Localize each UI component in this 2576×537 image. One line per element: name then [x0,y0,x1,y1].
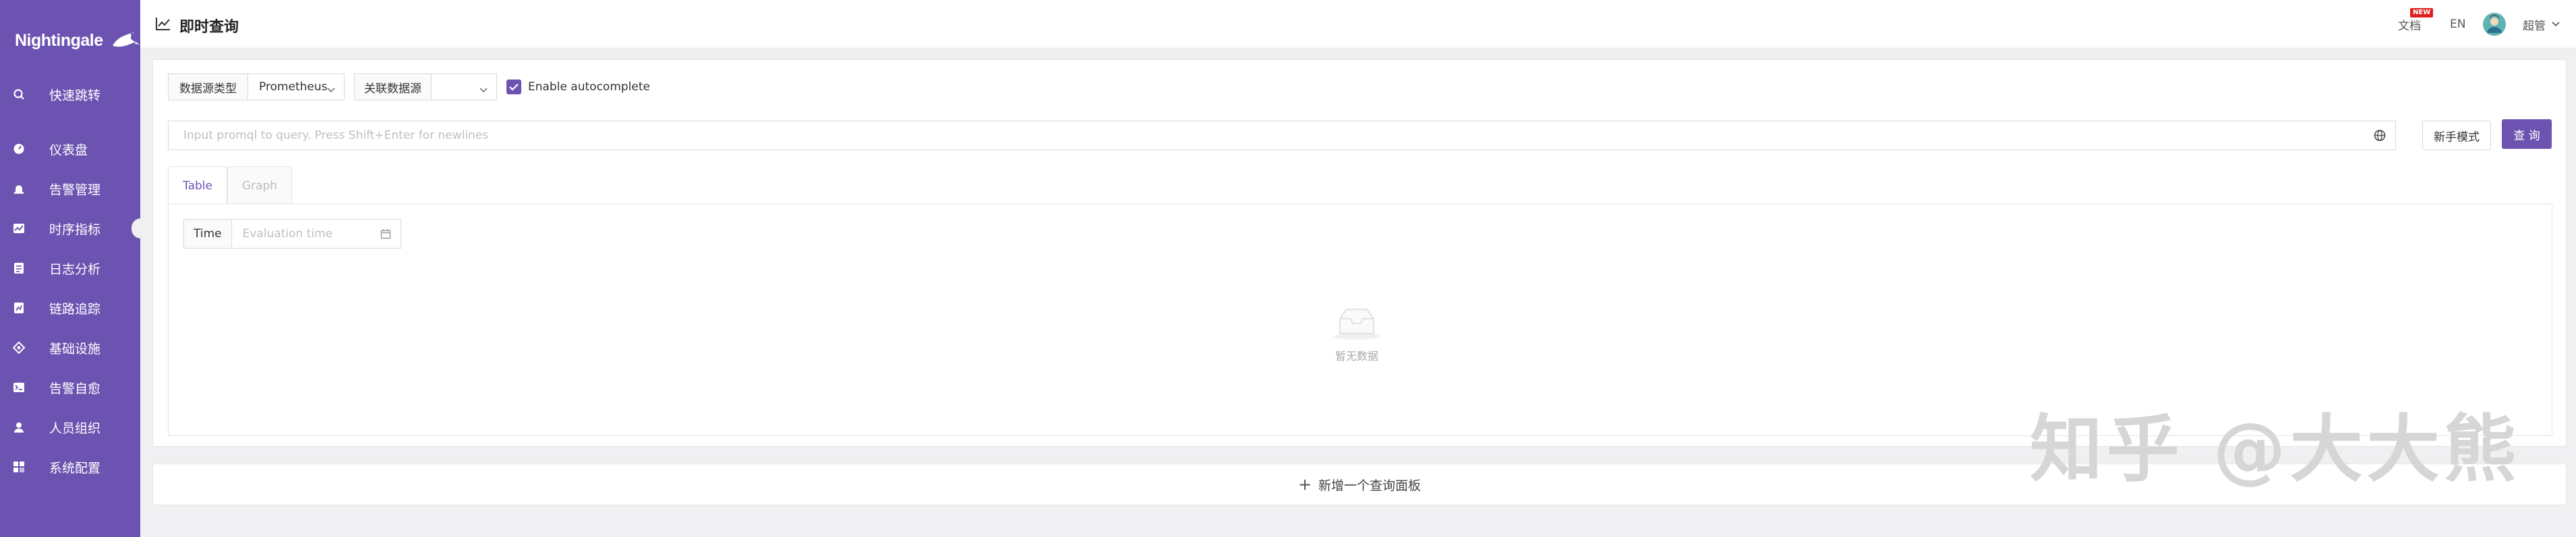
evaluation-time-placeholder: Evaluation time [242,227,333,241]
linked-datasource-label: 关联数据源 [355,74,432,100]
linked-datasource-select[interactable]: 关联数据源 [354,73,497,100]
check-icon [509,84,519,91]
infra-icon [12,341,26,354]
autocomplete-checkbox[interactable] [506,80,521,94]
nightingale-bird-icon [112,32,140,47]
datasource-type-value: Prometheus [259,80,328,94]
novice-mode-button[interactable]: 新手模式 [2422,121,2491,150]
add-query-panel-label: 新增一个查询面板 [1318,478,1422,493]
chevron-down-icon [479,84,488,97]
autocomplete-label: Enable autocomplete [528,80,650,94]
avatar-image [2483,13,2506,36]
sidebar-item-label: 仪表盘 [49,142,88,158]
empty-state: 暂无数据 [1316,305,1397,363]
promql-input[interactable]: Input promql to query. Press Shift+Enter… [168,121,2396,150]
page-title: 即时查询 [179,19,239,36]
line-chart-icon [156,18,170,30]
calendar-icon [380,228,391,243]
sidebar-item-label: 日志分析 [49,261,101,277]
sidebar-item-tracing[interactable]: 链路追踪 [0,291,140,325]
query-panel: 数据源类型 Prometheus 关联数据源 Enable autocomple… [152,59,2567,447]
tab-table[interactable]: Table [168,166,227,204]
query-button[interactable]: 查 询 [2502,119,2552,149]
docs-link[interactable]: 文档 NEW [2398,0,2434,49]
sidebar-item-label: 链路追踪 [49,301,101,317]
dashboard-icon [12,142,26,156]
empty-inbox-icon [1334,309,1380,340]
alarm-icon [12,182,26,195]
datasource-type-select[interactable]: 数据源类型 Prometheus [168,73,345,100]
sidebar-item-users[interactable]: 人员组织 [0,410,140,444]
language-label: EN [2450,18,2466,31]
sidebar-item-quick-jump[interactable]: 快速跳转 [0,77,140,111]
logo-text: Nightingale [15,30,103,50]
sidebar-item-label: 快速跳转 [49,88,101,103]
trace-icon [12,301,26,315]
evaluation-time-picker[interactable]: Time Evaluation time [183,219,401,249]
sidebar-item-infrastructure[interactable]: 基础设施 [0,331,140,365]
sidebar-item-dashboard[interactable]: 仪表盘 [0,132,140,166]
sidebar-item-metrics[interactable]: 时序指标 [0,212,141,245]
search-icon [12,88,26,101]
datasource-type-label: 数据源类型 [169,74,248,100]
tab-graph[interactable]: Graph [227,166,292,204]
chevron-down-icon [2551,18,2560,31]
user-menu[interactable]: 超管 [2523,0,2560,49]
sidebar-item-label: 告警管理 [49,182,101,197]
sidebar-item-label: 时序指标 [49,222,101,237]
empty-text: 暂无数据 [1335,350,1378,362]
sidebar-item-alerts[interactable]: 告警管理 [0,172,140,206]
sidebar-item-self-heal[interactable]: 告警自愈 [0,371,140,404]
promql-input-placeholder: Input promql to query. Press Shift+Enter… [183,129,489,142]
globe-icon[interactable] [2374,129,2386,145]
logo[interactable]: Nightingale [0,0,140,81]
sidebar-item-logs[interactable]: 日志分析 [0,251,140,285]
sidebar-item-label: 告警自愈 [49,381,101,396]
sidebar-item-label: 人员组织 [49,420,101,436]
user-icon [12,420,26,434]
settings-icon [12,460,26,474]
self-heal-icon [12,381,26,394]
docs-label: 文档 [2398,19,2421,33]
language-switch[interactable]: EN [2450,0,2465,49]
avatar[interactable] [2482,0,2507,49]
chevron-down-icon [326,84,336,97]
sidebar-item-label: 基础设施 [49,341,101,356]
new-badge: NEW [2410,8,2434,18]
sidebar-item-label: 系统配置 [49,460,101,476]
user-name: 超管 [2523,19,2546,33]
metric-icon [12,222,26,235]
watermark: 知乎 @大大熊 [2030,408,2521,492]
plus-icon: + [1297,475,1312,494]
header: 即时查询 文档 NEW EN 超管 [140,0,2576,49]
log-icon [12,261,26,275]
sidebar-item-settings[interactable]: 系统配置 [0,450,140,484]
sidebar: Nightingale 快速跳转 仪表盘 告警管理 时序指标 日志分析 链路追踪… [0,0,141,537]
time-label: Time [184,220,232,248]
